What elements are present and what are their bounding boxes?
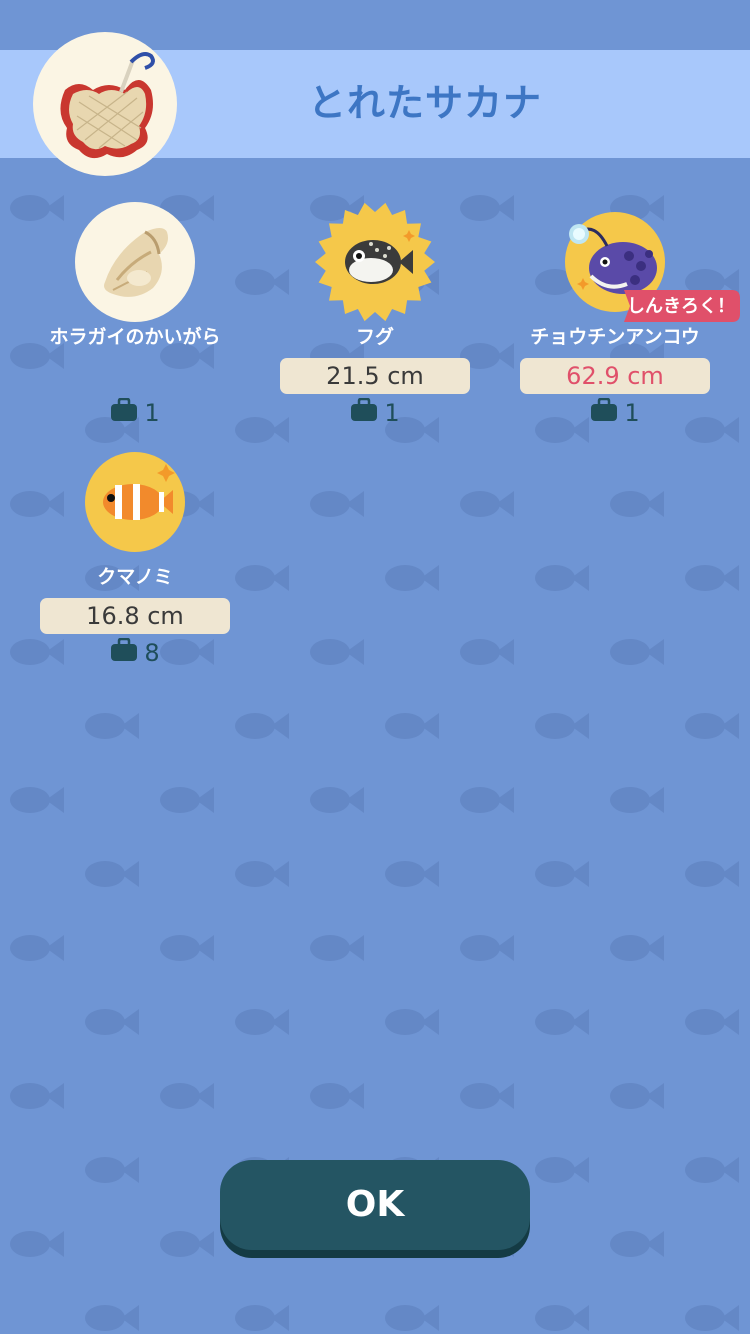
item-count-value: 1 [384,399,400,427]
page-title: とれたサカナ [307,81,542,125]
list-item-pufferfish[interactable]: フグ 21.5 cm 1 [265,202,485,432]
item-size-record: 62.9 cm [520,358,710,394]
bag-icon [110,397,138,429]
item-count-value: 8 [144,639,160,667]
item-count: 8 [25,637,245,667]
conch-shell-icon [75,202,195,322]
item-size: 16.8 cm [40,598,230,634]
item-name: チョウチンアンコウ [530,326,700,348]
list-item-conch-shell[interactable]: ホラガイのかいがら 1 [25,202,245,432]
item-count-value: 1 [624,399,640,427]
item-name: クマノミ [97,566,173,588]
item-count: 1 [505,397,725,427]
new-record-label: しんきろく！ [627,296,735,317]
list-item-clownfish[interactable]: クマノミ 16.8 cm 8 [25,442,245,672]
item-name: ホラガイのかいがら [49,326,221,348]
item-count: 1 [25,397,245,427]
bag-icon [350,397,378,429]
bag-icon [110,637,138,669]
ok-button[interactable]: OK [220,1160,530,1250]
item-size: 21.5 cm [280,358,470,394]
bag-icon [590,397,618,429]
item-name: フグ [355,326,394,348]
fishing-net-icon [33,32,177,176]
clownfish-icon [75,442,195,562]
pufferfish-icon [315,202,435,322]
item-count: 1 [265,397,485,427]
item-count-value: 1 [144,399,160,427]
